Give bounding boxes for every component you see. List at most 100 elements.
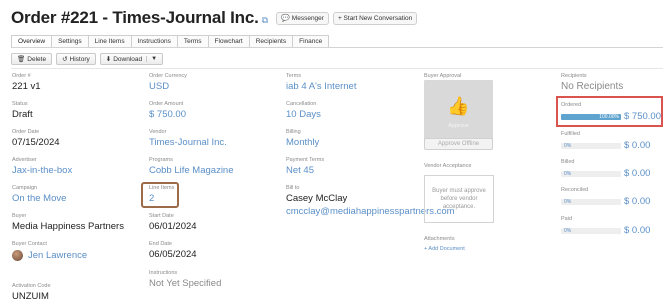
vendor-field: Vendor Times-Journal Inc. xyxy=(149,129,227,148)
vendor-acceptance-heading: Vendor Acceptance xyxy=(424,163,471,169)
history-label: History xyxy=(69,55,90,63)
buyer-contact-link[interactable]: Jen Lawrence xyxy=(12,250,87,261)
page-title: Order #221 - Times-Journal Inc. xyxy=(11,8,259,27)
line-items-field: Line Items 2 xyxy=(149,185,174,204)
vendor-acceptance-box: Buyer must approve before vendor accepta… xyxy=(424,175,494,223)
delete-label: Delete xyxy=(27,55,47,63)
buyer-value: Media Happiness Partners xyxy=(12,221,124,232)
start-conversation-button[interactable]: + Start New Conversation xyxy=(332,11,418,25)
progress-bar-paid: 0% xyxy=(561,228,621,234)
advertiser-field: Advertiser Jax-in-the-box xyxy=(12,157,72,176)
advertiser-link[interactable]: Jax-in-the-box xyxy=(12,165,72,176)
vendor-acceptance-text: Buyer must approve before vendor accepta… xyxy=(432,188,486,210)
attachments-field: Attachments + Add Document xyxy=(424,236,465,252)
buyer-approval-heading: Buyer Approval xyxy=(424,73,461,79)
end-date-field: End Date 06/05/2024 xyxy=(149,241,197,260)
line-items-link[interactable]: 2 xyxy=(149,193,174,204)
history-icon: ↺ xyxy=(62,56,68,63)
instructions-field: Instructions Not Yet Specified xyxy=(149,270,221,289)
end-date-label: End Date xyxy=(149,241,172,247)
status-field: Status Draft xyxy=(12,101,33,120)
campaign-label: Campaign xyxy=(12,185,38,191)
start-date-field: Start Date 06/01/2024 xyxy=(149,213,197,232)
activation-code-label: Activation Code xyxy=(12,283,51,289)
order-currency-value[interactable]: USD xyxy=(149,81,187,92)
toolbar: 🗑 Delete ↺ History ⬇ Download ▼ xyxy=(11,53,167,65)
attachments-label: Attachments xyxy=(424,236,455,242)
order-amount-field: Order Amount $ 750.00 xyxy=(149,101,186,120)
start-date-value: 06/01/2024 xyxy=(149,221,197,232)
buyer-approval-label: Buyer Approval xyxy=(424,73,462,79)
instructions-value: Not Yet Specified xyxy=(149,278,222,289)
delete-button[interactable]: 🗑 Delete xyxy=(11,53,53,65)
finance-row-ordered: Ordered 100.00% xyxy=(561,102,621,120)
chat-icon: 💬 xyxy=(281,15,290,22)
avatar xyxy=(12,250,23,261)
billing-field: Billing Monthly xyxy=(286,129,319,148)
vendor-acceptance-label: Vendor Acceptance xyxy=(424,163,472,169)
thumbs-up-icon: 👍 xyxy=(447,95,470,116)
activation-code-field: Activation Code UNZUIM xyxy=(12,283,51,302)
order-amount-value[interactable]: $ 750.00 xyxy=(149,109,186,120)
messenger-label: Messenger xyxy=(291,14,324,22)
programs-field: Programs Cobb Life Magazine xyxy=(149,157,234,176)
instructions-label: Instructions xyxy=(149,270,178,276)
vendor-link[interactable]: Times-Journal Inc. xyxy=(149,137,227,148)
chevron-down-icon[interactable]: ▼ xyxy=(146,56,157,62)
tab-divider xyxy=(11,47,663,48)
payment-terms-label: Payment Terms xyxy=(286,157,325,163)
order-date-value: 07/15/2024 xyxy=(12,137,60,148)
finance-row-billed: Billed 0% xyxy=(561,159,621,177)
download-label: Download xyxy=(113,55,143,63)
order-currency-field: Order Currency USD xyxy=(149,73,187,92)
status-label: Status xyxy=(12,101,28,107)
toolbar-divider xyxy=(11,68,663,69)
order-number-field: Order # 221 v1 xyxy=(12,73,41,92)
progress-percent-reconciled: 0% xyxy=(564,199,572,205)
finance-row-reconciled: Reconciled 0% xyxy=(561,187,621,205)
payment-terms-value[interactable]: Net 45 xyxy=(286,165,324,176)
progress-bar-billed: 0% xyxy=(561,171,621,177)
approve-offline-button[interactable]: Approve Offline xyxy=(424,138,493,150)
buyer-label: Buyer xyxy=(12,213,27,219)
finance-label-billed: Billed xyxy=(561,159,575,165)
end-date-value: 06/05/2024 xyxy=(149,249,197,260)
finance-label-fulfilled: Fulfilled xyxy=(561,131,580,137)
finance-amount-billed: $ 0.00 xyxy=(624,168,651,179)
campaign-link[interactable]: On the Move xyxy=(12,193,66,204)
finance-amount-fulfilled: $ 0.00 xyxy=(624,140,651,151)
finance-label-reconciled: Reconciled xyxy=(561,187,589,193)
programs-link[interactable]: Cobb Life Magazine xyxy=(149,165,234,176)
download-icon: ⬇ xyxy=(105,56,112,63)
recipients-field: Recipients No Recipients xyxy=(561,73,623,92)
status-value: Draft xyxy=(12,109,33,120)
cancellation-value[interactable]: 10 Days xyxy=(286,109,321,120)
start-conversation-label: + Start New Conversation xyxy=(337,14,413,22)
terms-link[interactable]: iab 4 A's Internet xyxy=(286,81,356,92)
payment-terms-field: Payment Terms Net 45 xyxy=(286,157,324,176)
buyer-field: Buyer Media Happiness Partners xyxy=(12,213,124,232)
buyer-contact-label: Buyer Contact xyxy=(12,241,47,247)
line-items-label: Line Items xyxy=(149,185,175,191)
finance-amount-reconciled: $ 0.00 xyxy=(624,196,651,207)
approve-button[interactable]: 👍 Approve xyxy=(424,80,493,145)
download-button[interactable]: ⬇ Download ▼ xyxy=(99,53,164,65)
buyer-contact-name: Jen Lawrence xyxy=(28,250,88,262)
no-recipients-text: No Recipients xyxy=(561,81,624,92)
progress-percent-paid: 0% xyxy=(564,228,572,234)
finance-amount-paid: $ 0.00 xyxy=(624,225,651,236)
progress-bar-fulfilled: 0% xyxy=(561,143,621,149)
order-date-label: Order Date xyxy=(12,129,40,135)
order-date-field: Order Date 07/15/2024 xyxy=(12,129,60,148)
external-link-icon[interactable]: ⧉ xyxy=(262,15,268,26)
recipients-label: Recipients xyxy=(561,73,587,79)
progress-percent-fulfilled: 0% xyxy=(564,143,572,149)
history-button[interactable]: ↺ History xyxy=(56,53,96,65)
trash-icon: 🗑 xyxy=(17,56,26,63)
messenger-button[interactable]: 💬 Messenger xyxy=(276,11,329,25)
billing-value[interactable]: Monthly xyxy=(286,137,319,148)
add-document-link[interactable]: + Add Document xyxy=(424,246,465,252)
campaign-field: Campaign On the Move xyxy=(12,185,66,204)
approve-label: Approve xyxy=(448,122,469,129)
order-number-value: 221 v1 xyxy=(12,81,41,92)
